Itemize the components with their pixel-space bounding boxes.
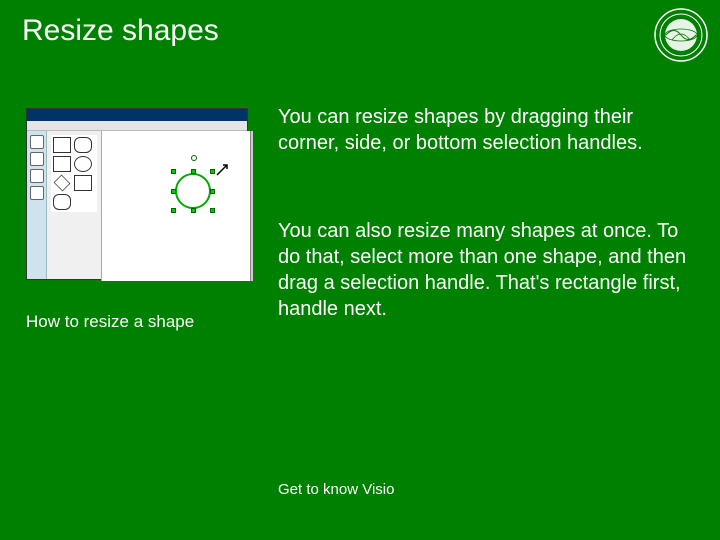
stencil-diamond-icon bbox=[54, 175, 71, 192]
stencil-rect-icon bbox=[53, 156, 71, 172]
resize-handle-icon bbox=[210, 189, 215, 194]
body-paragraph-2: You can also resize many shapes at once.… bbox=[278, 218, 698, 322]
body-paragraph-1: You can resize shapes by dragging their … bbox=[278, 104, 698, 156]
slide-title: Resize shapes bbox=[22, 14, 219, 48]
drawing-canvas bbox=[47, 131, 247, 279]
app-menubar bbox=[27, 121, 247, 131]
app-titlebar bbox=[27, 109, 247, 121]
resize-handle-icon bbox=[171, 169, 176, 174]
footer-text: Get to know Visio bbox=[278, 481, 394, 498]
resize-handle-icon bbox=[171, 189, 176, 194]
thumbnail-caption: How to resize a shape bbox=[26, 312, 194, 332]
tool-icon bbox=[30, 135, 44, 149]
screenshot-thumbnail bbox=[26, 108, 248, 280]
task-pane bbox=[27, 131, 47, 279]
resize-handle-icon bbox=[210, 208, 215, 213]
rotation-handle-icon bbox=[191, 155, 197, 161]
stencil-rounded-icon bbox=[74, 137, 92, 153]
resize-handle-icon bbox=[191, 208, 196, 213]
resize-handle-icon bbox=[171, 208, 176, 213]
resize-handle-icon bbox=[191, 169, 196, 174]
tool-icon bbox=[30, 169, 44, 183]
drawing-page bbox=[101, 131, 251, 281]
stencil-circle-icon bbox=[74, 156, 92, 172]
selected-circle-shape bbox=[175, 173, 211, 209]
tool-icon bbox=[30, 186, 44, 200]
stencil-rect-icon bbox=[74, 175, 92, 191]
shapes-stencil bbox=[51, 135, 97, 212]
institute-logo bbox=[654, 8, 708, 62]
tool-icon bbox=[30, 152, 44, 166]
drag-arrow-icon bbox=[215, 163, 229, 177]
stencil-rounded-icon bbox=[53, 194, 71, 210]
stencil-rect-icon bbox=[53, 137, 71, 153]
